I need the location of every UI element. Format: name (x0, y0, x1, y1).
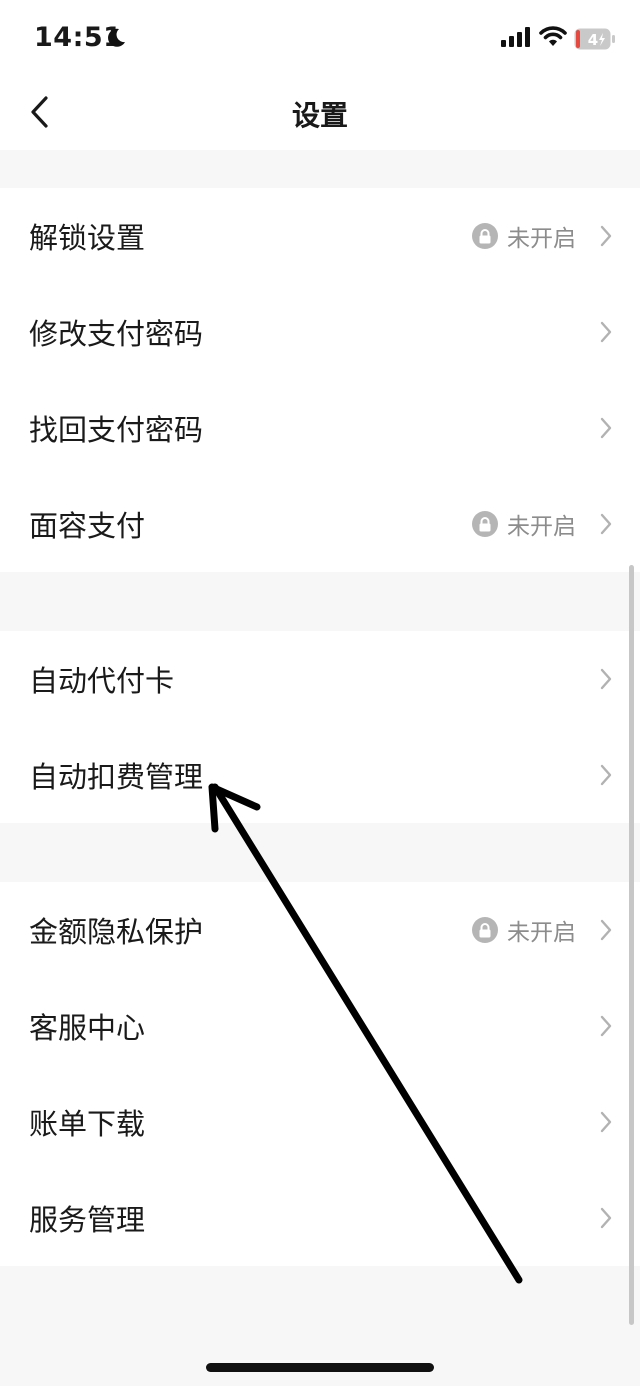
row-label: 自动代付卡 (29, 664, 175, 698)
chevron-right-icon (600, 668, 612, 690)
battery-level: 4 (587, 31, 599, 49)
chevron-right-icon (600, 417, 612, 439)
settings-row-auto-proxy-card[interactable]: 自动代付卡 (0, 631, 640, 727)
row-label: 账单下载 (29, 1107, 146, 1141)
settings-row-customer-service[interactable]: 客服中心 (0, 978, 640, 1074)
settings-row-bill-download[interactable]: 账单下载 (0, 1074, 640, 1170)
chevron-right-icon (600, 919, 612, 941)
chevron-right-icon (600, 1015, 612, 1037)
status-text: 未开启 (507, 514, 576, 540)
cellular-signal-icon (501, 27, 530, 47)
lock-icon (472, 917, 498, 943)
row-label: 修改支付密码 (29, 317, 204, 351)
home-indicator[interactable] (206, 1363, 434, 1372)
row-label: 金额隐私保护 (29, 915, 204, 949)
settings-row-amount-privacy[interactable]: 金额隐私保护 未开启 (0, 882, 640, 978)
settings-group-auto-pay: 自动代付卡 自动扣费管理 (0, 631, 640, 823)
row-label: 服务管理 (29, 1203, 146, 1237)
status-text: 未开启 (507, 226, 576, 252)
settings-row-change-pay-password[interactable]: 修改支付密码 (0, 284, 640, 380)
moon-icon (108, 28, 125, 47)
lock-icon (472, 223, 498, 249)
row-label: 找回支付密码 (29, 413, 204, 447)
scrollbar[interactable] (629, 565, 634, 1325)
settings-group-service: 金额隐私保护 未开启 客服中心 账单下载 服务管理 (0, 882, 640, 1266)
settings-row-service-management[interactable]: 服务管理 (0, 1170, 640, 1266)
status-text: 未开启 (507, 920, 576, 946)
status-off: 未开启 (472, 913, 576, 947)
status-off: 未开启 (472, 507, 576, 541)
row-label: 面容支付 (29, 509, 146, 543)
chevron-right-icon (600, 764, 612, 786)
settings-group-security: 解锁设置 未开启 修改支付密码 找回支付密码 面容支付 未开启 (0, 188, 640, 572)
chevron-right-icon (600, 1111, 612, 1133)
settings-row-recover-pay-password[interactable]: 找回支付密码 (0, 380, 640, 476)
row-label: 自动扣费管理 (29, 760, 204, 794)
settings-row-face-pay[interactable]: 面容支付 未开启 (0, 476, 640, 572)
nav-bar: 设置 (0, 80, 640, 150)
chevron-right-icon (600, 513, 612, 535)
settings-row-auto-deduct-management[interactable]: 自动扣费管理 (0, 727, 640, 823)
settings-row-unlock[interactable]: 解锁设置 未开启 (0, 188, 640, 284)
status-bar: 14:51 4 (0, 0, 640, 80)
page-title: 设置 (291, 99, 348, 132)
chevron-right-icon (600, 321, 612, 343)
wifi-icon (539, 26, 567, 46)
status-off: 未开启 (472, 219, 576, 253)
row-label: 客服中心 (29, 1011, 146, 1045)
chevron-right-icon (600, 1207, 612, 1229)
chevron-right-icon (600, 225, 612, 247)
row-label: 解锁设置 (29, 221, 146, 255)
lock-icon (472, 511, 498, 537)
